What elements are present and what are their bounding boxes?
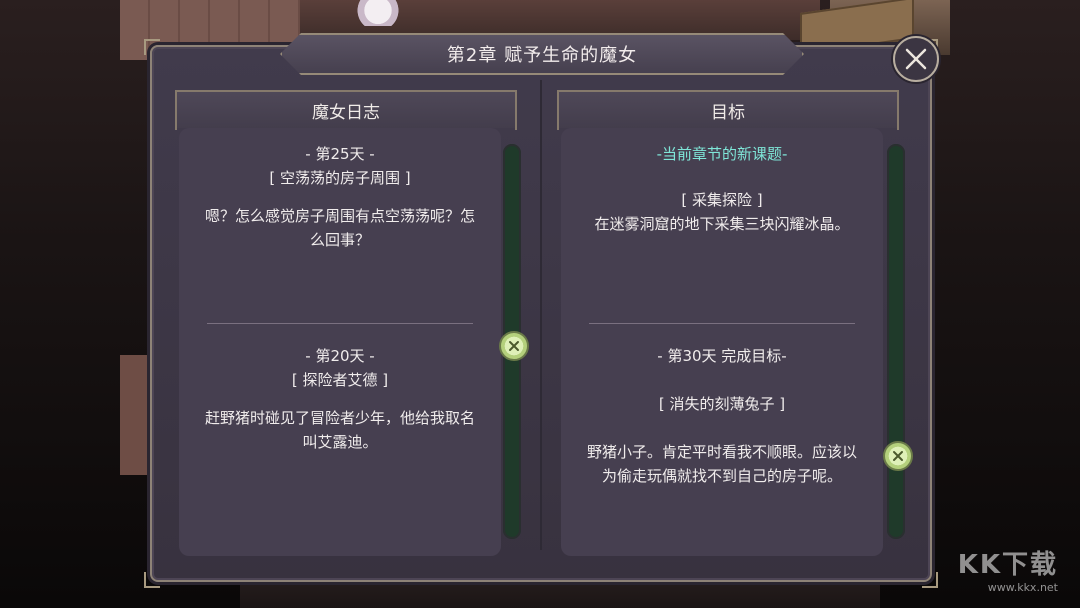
goals-column: 目标 -当前章节的新课题- [ 采集探险 ] 在迷雾洞窟的地下采集三块闪耀冰晶。…: [557, 80, 917, 560]
watermark-url: www.kkx.net: [987, 581, 1058, 594]
goals-header: 目标: [557, 90, 899, 130]
chapter-title-plate: 第2章 赋予生命的魔女: [280, 33, 804, 75]
current-chapter-label: -当前章节的新课题-: [656, 145, 788, 163]
goals-title: 目标: [711, 102, 745, 123]
entry-day: - 第25天 -: [305, 145, 375, 163]
goal-day: - 第30天 完成目标-: [657, 347, 787, 365]
corner-ornament: [144, 39, 160, 55]
witch-journal-title: 魔女日志: [312, 102, 380, 123]
witch-journal-header: 魔女日志: [175, 90, 517, 130]
goals-list[interactable]: -当前章节的新课题- [ 采集探险 ] 在迷雾洞窟的地下采集三块闪耀冰晶。 - …: [561, 128, 883, 556]
journal-entry: - 第25天 - [ 空荡荡的房子周围 ] 嗯？怎么感觉房子周围有点空荡荡呢？怎…: [179, 142, 501, 252]
watermark-logo: KK下载: [957, 550, 1058, 580]
entry-text: 赶野猪时碰见了冒险者少年，他给我取名叫艾露迪。: [204, 409, 475, 451]
goal-entry: -当前章节的新课题- [ 采集探险 ] 在迷雾洞窟的地下采集三块闪耀冰晶。: [561, 142, 883, 236]
journal-entry-list[interactable]: - 第25天 - [ 空荡荡的房子周围 ] 嗯？怎么感觉房子周围有点空荡荡呢？怎…: [179, 128, 501, 556]
close-button[interactable]: [893, 36, 939, 82]
corner-ornament: [922, 572, 938, 588]
chapter-title: 第2章 赋予生命的魔女: [446, 45, 638, 66]
entry-text: 嗯？怎么感觉房子周围有点空荡荡呢？怎么回事？: [205, 207, 476, 249]
goal-subtitle: [ 采集探险 ]: [681, 191, 763, 209]
goal-text: 野猪小子。肯定平时看我不顺眼。应该以为偷走玩偶就找不到自己的房子呢。: [587, 443, 858, 485]
witch-journal-column: 魔女日志 - 第25天 - [ 空荡荡的房子周围 ] 嗯？怎么感觉房子周围有点空…: [175, 80, 535, 560]
goal-text: 在迷雾洞窟的地下采集三块闪耀冰晶。: [594, 215, 850, 233]
entry-subtitle: [ 空荡荡的房子周围 ]: [269, 169, 411, 187]
goal-entry: - 第30天 完成目标- [ 消失的刻薄兔子 ] 野猪小子。肯定平时看我不顺眼。…: [561, 344, 883, 488]
entry-divider: [589, 323, 855, 324]
witch-character: [348, 0, 408, 26]
goals-scrollbar[interactable]: [883, 144, 913, 539]
close-icon: [905, 48, 927, 70]
journal-scroll-knob[interactable]: [499, 331, 529, 361]
entry-divider: [207, 323, 473, 324]
column-separator: [540, 80, 542, 550]
entry-subtitle: [ 探险者艾德 ]: [291, 371, 389, 389]
goal-subtitle: [ 消失的刻薄兔子 ]: [658, 395, 786, 413]
goals-scroll-knob[interactable]: [883, 441, 913, 471]
entry-day: - 第20天 -: [305, 347, 375, 365]
journal-scrollbar[interactable]: [499, 144, 529, 539]
corner-ornament: [144, 572, 160, 588]
journal-entry: - 第20天 - [ 探险者艾德 ] 赶野猪时碰见了冒险者少年，他给我取名叫艾露…: [179, 344, 501, 454]
scroll-knob-icon: [893, 451, 903, 461]
scroll-knob-icon: [509, 341, 519, 351]
site-watermark: KK下载 www.kkx.net: [958, 544, 1058, 594]
